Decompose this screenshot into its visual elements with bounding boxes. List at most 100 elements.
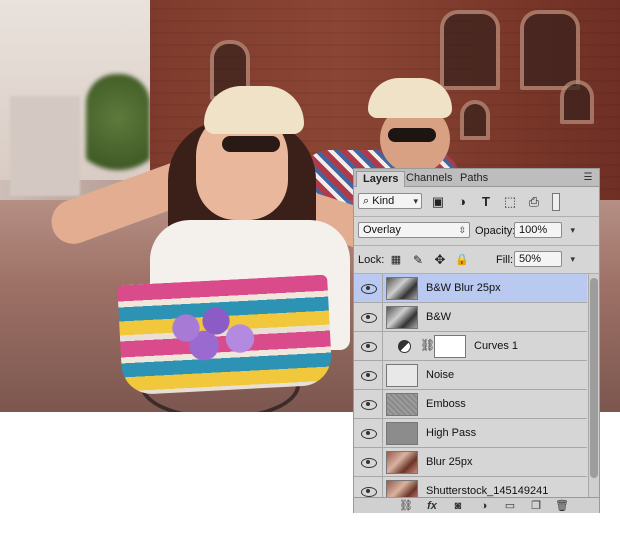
blend-row: Overlay ⇳ Opacity: 100% ▾ (354, 220, 599, 242)
panel-tab-bar: Layers Channels Paths ☰ (354, 169, 599, 187)
divider (354, 216, 599, 217)
lock-image-icon[interactable]: ✎ (410, 252, 426, 268)
lock-all-icon[interactable]: 🔒 (454, 252, 470, 268)
photo-window (560, 80, 594, 124)
layer-thumbnail (386, 364, 418, 387)
opacity-value: 100% (519, 224, 548, 236)
visibility-eye-icon[interactable] (360, 427, 377, 439)
photo-woman-sunglasses (222, 136, 280, 152)
panel-footer: ⛓ fx ◙ ◑ ▭ ❐ 🗑 (354, 497, 599, 513)
image-filter-icon[interactable]: ▣ (430, 194, 446, 210)
divider (354, 245, 599, 246)
tab-channels[interactable]: Channels (400, 171, 458, 187)
layer-row[interactable]: Emboss (354, 390, 587, 419)
layer-name[interactable]: B&W (426, 311, 451, 323)
add-mask-icon[interactable]: ◙ (450, 499, 466, 513)
visibility-eye-icon[interactable] (360, 340, 377, 352)
layer-row[interactable]: Blur 25px (354, 448, 587, 477)
kind-label: Kind (372, 195, 395, 207)
layer-mask-thumbnail[interactable] (434, 335, 466, 358)
layer-name[interactable]: Shutterstock_145149241 (426, 485, 548, 497)
chevron-updown-icon: ⇳ (458, 225, 466, 235)
search-icon: ⌕ (363, 195, 370, 207)
layer-row[interactable]: B&W (354, 303, 587, 332)
layer-thumbnail (386, 451, 418, 474)
lock-transparent-icon[interactable]: ▦ (388, 252, 404, 268)
blend-mode-select[interactable]: Overlay ⇳ (358, 222, 470, 238)
tab-paths[interactable]: Paths (454, 171, 494, 187)
visibility-eye-icon[interactable] (360, 282, 377, 294)
divider (382, 361, 383, 390)
layer-name[interactable]: Noise (426, 369, 454, 381)
kind-filter-select[interactable]: ⌕ Kind ▾ (358, 193, 422, 209)
photo-man-sunglasses (388, 128, 436, 142)
tab-layers[interactable]: Layers (356, 171, 406, 187)
adjustment-filter-icon[interactable]: ◑ (454, 194, 470, 210)
layer-name[interactable]: High Pass (426, 427, 476, 439)
divider (382, 477, 383, 497)
panel-menu-icon[interactable]: ☰ (581, 172, 595, 184)
filter-toggle-icon[interactable] (552, 193, 560, 211)
visibility-eye-icon[interactable] (360, 456, 377, 468)
smart-object-filter-icon[interactable]: ⎙ (526, 194, 542, 210)
chevron-down-icon[interactable]: ▾ (570, 223, 575, 237)
divider (382, 303, 383, 332)
new-group-icon[interactable]: ▭ (502, 499, 518, 513)
opacity-label: Opacity: (475, 225, 516, 237)
link-layers-icon[interactable]: ⛓ (398, 499, 414, 513)
divider (382, 419, 383, 448)
blend-mode-value: Overlay (363, 224, 401, 236)
photo-man-hat (368, 78, 452, 118)
layer-thumbnail (386, 393, 418, 416)
shape-filter-icon[interactable]: ⬚ (502, 194, 518, 210)
lock-position-icon[interactable]: ✥ (432, 252, 448, 268)
layer-name[interactable]: Blur 25px (426, 456, 472, 468)
photo-woman-hat (204, 86, 304, 134)
layer-list: B&W Blur 25px B&W ⛓ Curves 1 Noise Embos… (354, 274, 587, 497)
delete-layer-icon[interactable]: 🗑 (554, 499, 570, 513)
visibility-eye-icon[interactable] (360, 369, 377, 381)
fill-label: Fill: (496, 254, 514, 266)
layers-panel: Layers Channels Paths ☰ ⌕ Kind ▾ ▣ ◑ T ⬚… (353, 168, 600, 513)
layer-row[interactable]: B&W Blur 25px (354, 274, 587, 303)
layer-row[interactable]: High Pass (354, 419, 587, 448)
photo-tree (86, 74, 150, 184)
chevron-down-icon[interactable]: ▾ (570, 252, 575, 266)
lock-row: Lock: ▦ ✎ ✥ 🔒 Fill: 50% ▾ (354, 249, 599, 271)
link-chain-icon[interactable]: ⛓ (420, 338, 435, 352)
chevron-down-icon: ▾ (413, 196, 418, 206)
fill-input[interactable]: 50% ▾ (514, 251, 575, 267)
divider (382, 274, 383, 303)
opacity-input[interactable]: 100% ▾ (514, 222, 575, 238)
photo-flowers (150, 300, 270, 370)
layer-row[interactable]: Shutterstock_145149241 (354, 477, 587, 497)
layer-row[interactable]: Noise (354, 361, 587, 390)
layer-thumbnail (386, 277, 418, 300)
photo-window (460, 100, 490, 140)
lock-label: Lock: (358, 254, 385, 266)
layer-thumbnail (386, 480, 418, 497)
photo-building (10, 96, 80, 196)
type-filter-icon[interactable]: T (478, 194, 494, 210)
visibility-eye-icon[interactable] (360, 398, 377, 410)
visibility-eye-icon[interactable] (360, 485, 377, 497)
new-adjustment-icon[interactable]: ◑ (476, 499, 492, 513)
divider (382, 448, 383, 477)
curves-adjustment-icon (398, 340, 411, 353)
photo-window (440, 10, 500, 90)
layer-list-scrollbar[interactable] (588, 274, 599, 497)
scrollbar-thumb[interactable] (590, 278, 598, 478)
layer-name[interactable]: Curves 1 (474, 340, 518, 352)
fx-icon[interactable]: fx (424, 499, 440, 513)
divider (382, 390, 383, 419)
fill-value: 50% (519, 253, 542, 265)
layer-name[interactable]: Emboss (426, 398, 466, 410)
photo-window (520, 10, 580, 90)
layer-row[interactable]: ⛓ Curves 1 (354, 332, 587, 361)
visibility-eye-icon[interactable] (360, 311, 377, 323)
layer-thumbnail (386, 422, 418, 445)
divider (382, 332, 383, 361)
new-layer-icon[interactable]: ❐ (528, 499, 544, 513)
layer-name[interactable]: B&W Blur 25px (426, 282, 501, 294)
filter-row: ⌕ Kind ▾ ▣ ◑ T ⬚ ⎙ (354, 191, 599, 213)
